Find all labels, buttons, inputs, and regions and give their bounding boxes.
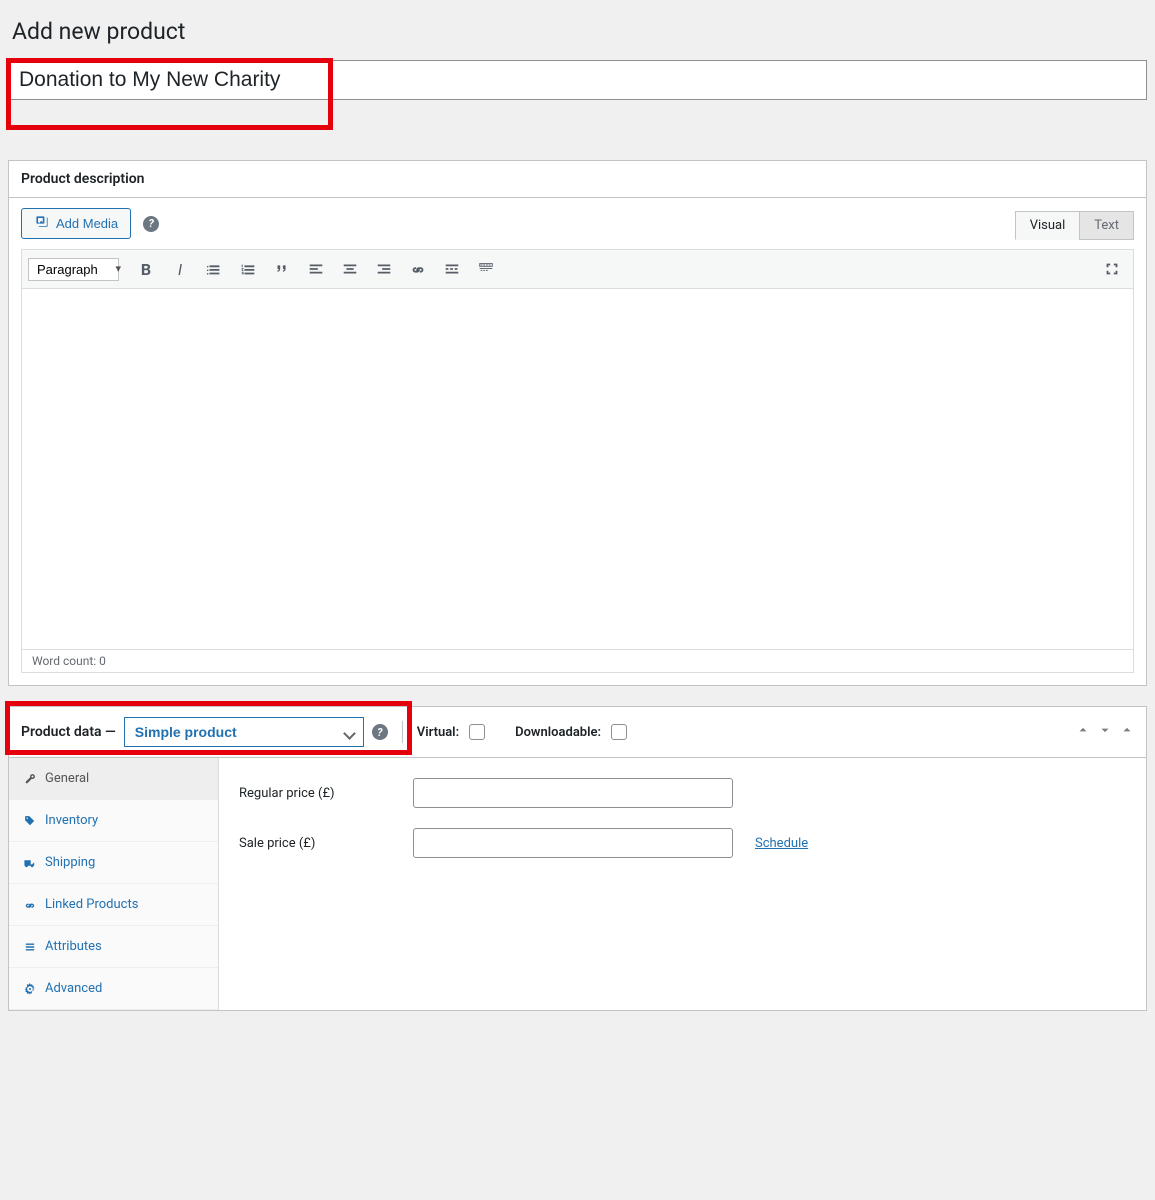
product-data-title: Product data —: [21, 724, 116, 740]
regular-price-input[interactable]: [413, 778, 733, 808]
sale-price-input[interactable]: [413, 828, 733, 858]
divider: [402, 721, 403, 743]
tab-inventory[interactable]: Inventory: [9, 800, 218, 842]
page-title: Add new product: [8, 18, 1147, 45]
move-up-icon[interactable]: [1076, 723, 1090, 741]
tab-shipping[interactable]: Shipping: [9, 842, 218, 884]
sale-price-label: Sale price (£): [239, 836, 399, 851]
tab-advanced[interactable]: Advanced: [9, 968, 218, 1010]
blockquote-button[interactable]: [267, 254, 297, 284]
tab-label: General: [45, 771, 89, 786]
tab-attributes[interactable]: Attributes: [9, 926, 218, 968]
tab-label: Attributes: [45, 939, 102, 954]
tag-icon: [23, 814, 37, 828]
general-panel: Regular price (£) Sale price (£) Schedul…: [219, 758, 1146, 1010]
tab-text[interactable]: Text: [1079, 211, 1134, 240]
product-data-tabs: General Inventory Shipping Linked Produc…: [9, 758, 219, 1010]
panel-heading: Product description: [21, 171, 1134, 187]
toolbar-toggle-button[interactable]: [471, 254, 501, 284]
wrench-icon: [23, 772, 37, 786]
help-icon[interactable]: ?: [143, 216, 159, 232]
add-media-button[interactable]: Add Media: [21, 208, 131, 239]
tab-visual[interactable]: Visual: [1015, 211, 1081, 240]
tab-general[interactable]: General: [9, 758, 218, 800]
help-icon[interactable]: ?: [372, 724, 388, 740]
panel-header: Product description: [9, 161, 1146, 198]
product-title-input[interactable]: [8, 60, 1147, 100]
downloadable-label: Downloadable:: [515, 725, 601, 740]
word-count: Word count: 0: [22, 649, 1133, 672]
product-type-select[interactable]: Simple product: [124, 717, 364, 747]
gear-icon: [23, 982, 37, 996]
virtual-label: Virtual:: [417, 725, 459, 740]
product-data-panel: Product data — Simple product ? Virtual:…: [8, 706, 1147, 1011]
schedule-link[interactable]: Schedule: [755, 836, 808, 851]
bold-button[interactable]: B: [131, 254, 161, 284]
bullet-list-button[interactable]: [199, 254, 229, 284]
list-icon: [23, 940, 37, 954]
align-left-button[interactable]: [301, 254, 331, 284]
toggle-panel-icon[interactable]: [1120, 723, 1134, 741]
tab-label: Shipping: [45, 855, 95, 870]
downloadable-checkbox[interactable]: [611, 724, 627, 740]
editor-content-area[interactable]: [22, 289, 1133, 649]
tab-label: Advanced: [45, 981, 102, 996]
link-button[interactable]: [403, 254, 433, 284]
fullscreen-button[interactable]: [1097, 254, 1127, 284]
virtual-checkbox[interactable]: [469, 724, 485, 740]
align-right-button[interactable]: [369, 254, 399, 284]
truck-icon: [23, 856, 37, 870]
media-icon: [34, 214, 50, 233]
tab-label: Inventory: [45, 813, 98, 828]
product-description-panel: Product description Add Media ? Visual T…: [8, 160, 1147, 686]
align-center-button[interactable]: [335, 254, 365, 284]
move-down-icon[interactable]: [1098, 723, 1112, 741]
format-select[interactable]: Paragraph: [28, 258, 119, 281]
tab-label: Linked Products: [45, 897, 138, 912]
add-media-label: Add Media: [56, 216, 118, 231]
tab-linked-products[interactable]: Linked Products: [9, 884, 218, 926]
italic-button[interactable]: I: [165, 254, 195, 284]
numbered-list-button[interactable]: [233, 254, 263, 284]
editor-toolbar: Paragraph B I: [22, 250, 1133, 289]
link-icon: [23, 898, 37, 912]
read-more-button[interactable]: [437, 254, 467, 284]
regular-price-label: Regular price (£): [239, 786, 399, 801]
